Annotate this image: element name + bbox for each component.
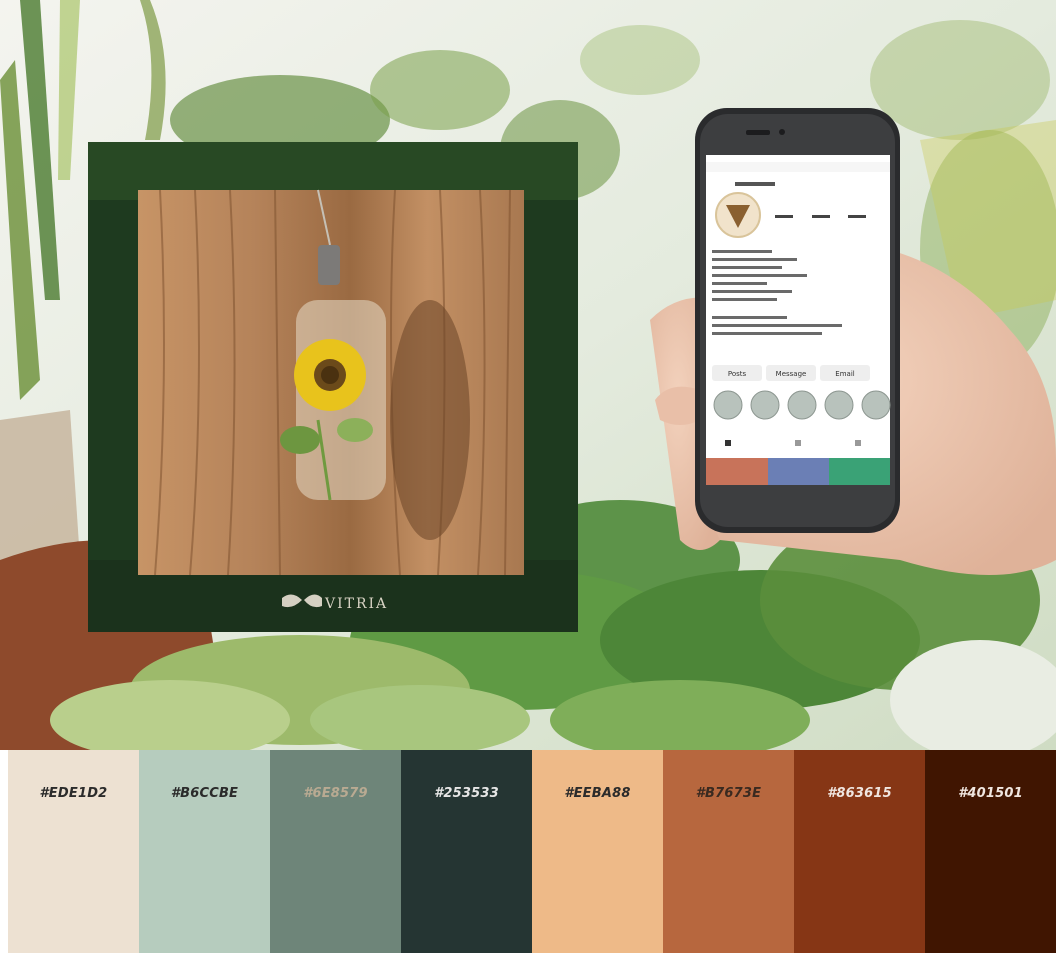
tab-message[interactable]: Message <box>776 370 807 378</box>
brand-name: VITRIA <box>324 596 388 612</box>
color-hex-label: #B6CCBE <box>170 786 239 801</box>
product-photo: VITRIA Posts Message Email <box>0 0 1056 750</box>
color-hex-label: #EDE1D2 <box>39 786 108 801</box>
color-hex-label: #6E8579 <box>303 786 368 801</box>
color-hex-label: #863615 <box>827 786 892 801</box>
color-hex-label: #EEBA88 <box>564 786 631 801</box>
color-swatch: #863615 <box>794 750 925 953</box>
color-hex-label: #B7673E <box>695 786 762 801</box>
color-swatch: #401501 <box>925 750 1056 953</box>
color-swatch: #EEBA88 <box>532 750 663 953</box>
color-palette: #EDE1D2 #B6CCBE #6E8579 #253533 #EEBA88 … <box>8 750 1056 953</box>
color-swatch: #B7673E <box>663 750 794 953</box>
color-swatch: #EDE1D2 <box>8 750 139 953</box>
color-hex-label: #401501 <box>958 786 1023 801</box>
tab-email[interactable]: Email <box>835 370 854 378</box>
color-hex-label: #253533 <box>434 786 499 801</box>
color-swatch: #6E8579 <box>270 750 401 953</box>
color-swatch: #B6CCBE <box>139 750 270 953</box>
color-swatch: #253533 <box>401 750 532 953</box>
tab-posts[interactable]: Posts <box>728 370 747 378</box>
